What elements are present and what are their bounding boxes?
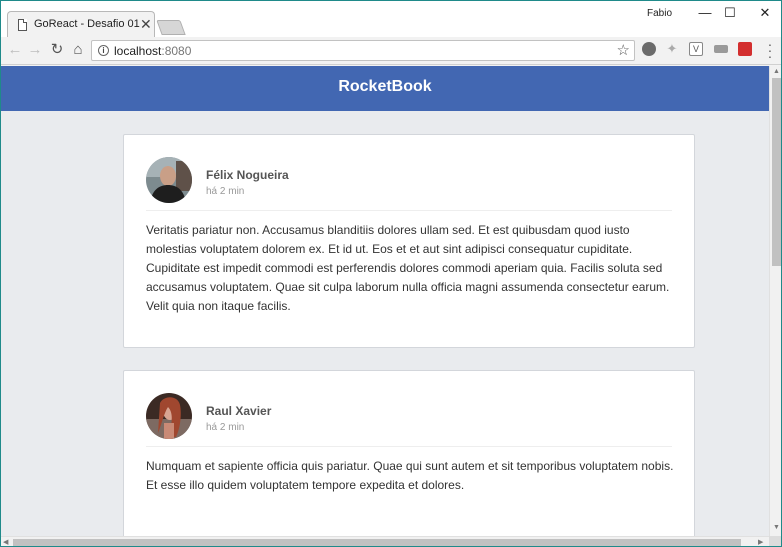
scrollbar-corner	[769, 536, 781, 546]
bookmark-star-icon[interactable]: ☆	[617, 41, 630, 59]
vertical-scroll-thumb[interactable]	[772, 78, 781, 266]
url-port: :8080	[161, 44, 192, 58]
extension-icon[interactable]: V	[689, 42, 703, 56]
scroll-down-icon[interactable]: ▼	[773, 524, 780, 531]
close-window-button[interactable]: ✕	[753, 3, 777, 23]
forward-arrow-icon[interactable]: →	[25, 40, 45, 60]
url-host: localhost	[114, 44, 162, 58]
address-bar[interactable]: i localhost:8080 ☆	[91, 40, 635, 61]
reload-icon[interactable]: ↻	[47, 40, 67, 60]
tab-close-icon[interactable]: ✕	[140, 15, 152, 33]
minimize-button[interactable]: —	[693, 3, 717, 23]
scroll-right-icon[interactable]: ▶	[758, 538, 763, 546]
post-header: Raul Xavier há 2 min	[146, 393, 672, 447]
extension-icon[interactable]	[714, 45, 728, 53]
post-author[interactable]: Félix Nogueira	[206, 168, 289, 182]
post-card: Raul Xavier há 2 min Numquam et sapiente…	[123, 370, 695, 536]
back-arrow-icon[interactable]: ←	[5, 40, 25, 60]
new-tab-button[interactable]	[156, 20, 186, 35]
page-title: RocketBook	[1, 66, 769, 111]
scroll-up-icon[interactable]: ▲	[773, 68, 780, 75]
browser-tab[interactable]: GoReact - Desafio 01 ✕	[7, 11, 155, 38]
extension-icon[interactable]	[642, 42, 656, 56]
extension-icon[interactable]: ✦	[665, 42, 679, 56]
extension-icon[interactable]	[738, 42, 752, 56]
post-content: Numquam et sapiente officia quis pariatu…	[146, 459, 674, 492]
info-icon[interactable]: i	[98, 45, 109, 56]
page-icon	[18, 19, 27, 31]
avatar	[146, 393, 192, 439]
horizontal-scroll-thumb[interactable]	[13, 539, 741, 546]
post-content: Veritatis pariatur non. Accusamus blandi…	[146, 223, 670, 313]
browser-toolbar: ← → ↻ ⌂ i localhost:8080 ☆ ✦ V · · ·	[1, 37, 781, 65]
profile-name[interactable]: Fabio	[647, 8, 672, 19]
scroll-left-icon[interactable]: ◀	[3, 538, 8, 546]
url-text: localhost:8080	[114, 44, 191, 58]
avatar	[146, 157, 192, 203]
tab-title: GoReact - Desafio 01	[34, 18, 140, 30]
page-viewport: RocketBook Félix Nogueira há 2 min Verit…	[1, 66, 769, 536]
menu-dots-icon[interactable]: · · ·	[765, 37, 775, 63]
post-timestamp: há 2 min	[206, 186, 245, 197]
vertical-scrollbar[interactable]: ▲ ▼	[769, 66, 781, 536]
post-header: Félix Nogueira há 2 min	[146, 157, 672, 211]
horizontal-scrollbar[interactable]: ◀ ▶	[1, 536, 769, 546]
post-author[interactable]: Raul Xavier	[206, 404, 271, 418]
browser-window: GoReact - Desafio 01 ✕ Fabio — ☐ ✕ ← → ↻…	[0, 0, 782, 547]
maximize-button[interactable]: ☐	[718, 3, 742, 23]
title-bar: GoReact - Desafio 01 ✕ Fabio — ☐ ✕	[1, 1, 781, 38]
post-card: Félix Nogueira há 2 min Veritatis pariat…	[123, 134, 695, 348]
home-icon[interactable]: ⌂	[68, 40, 88, 60]
post-timestamp: há 2 min	[206, 422, 245, 433]
